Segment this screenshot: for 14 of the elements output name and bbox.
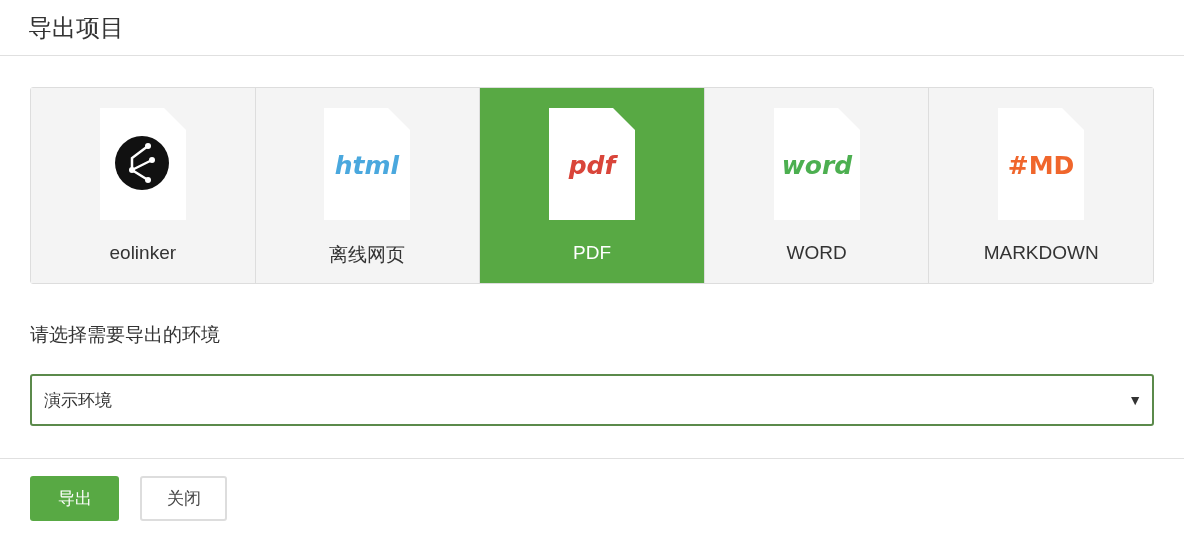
icon-text: #MD <box>1007 151 1075 180</box>
field-label: 请选择需要导出的环境 <box>30 324 220 345</box>
format-option[interactable]: eolinker <box>31 88 255 283</box>
dialog-title: 导出项目 <box>28 12 124 43</box>
icon-text: word <box>781 151 852 180</box>
format-option[interactable]: pdf PDF <box>479 88 704 283</box>
environment-select[interactable]: 演示环境 ▼ <box>30 374 1154 426</box>
format-option[interactable]: html 离线网页 <box>254 88 480 283</box>
icon-text: pdf <box>568 151 616 180</box>
document-icon <box>99 108 186 220</box>
format-option[interactable]: #MD MARKDOWN <box>928 88 1153 283</box>
format-option[interactable]: word WORD <box>703 88 929 283</box>
icon-text: html <box>335 151 400 180</box>
close-button[interactable]: 关闭 <box>140 476 227 521</box>
